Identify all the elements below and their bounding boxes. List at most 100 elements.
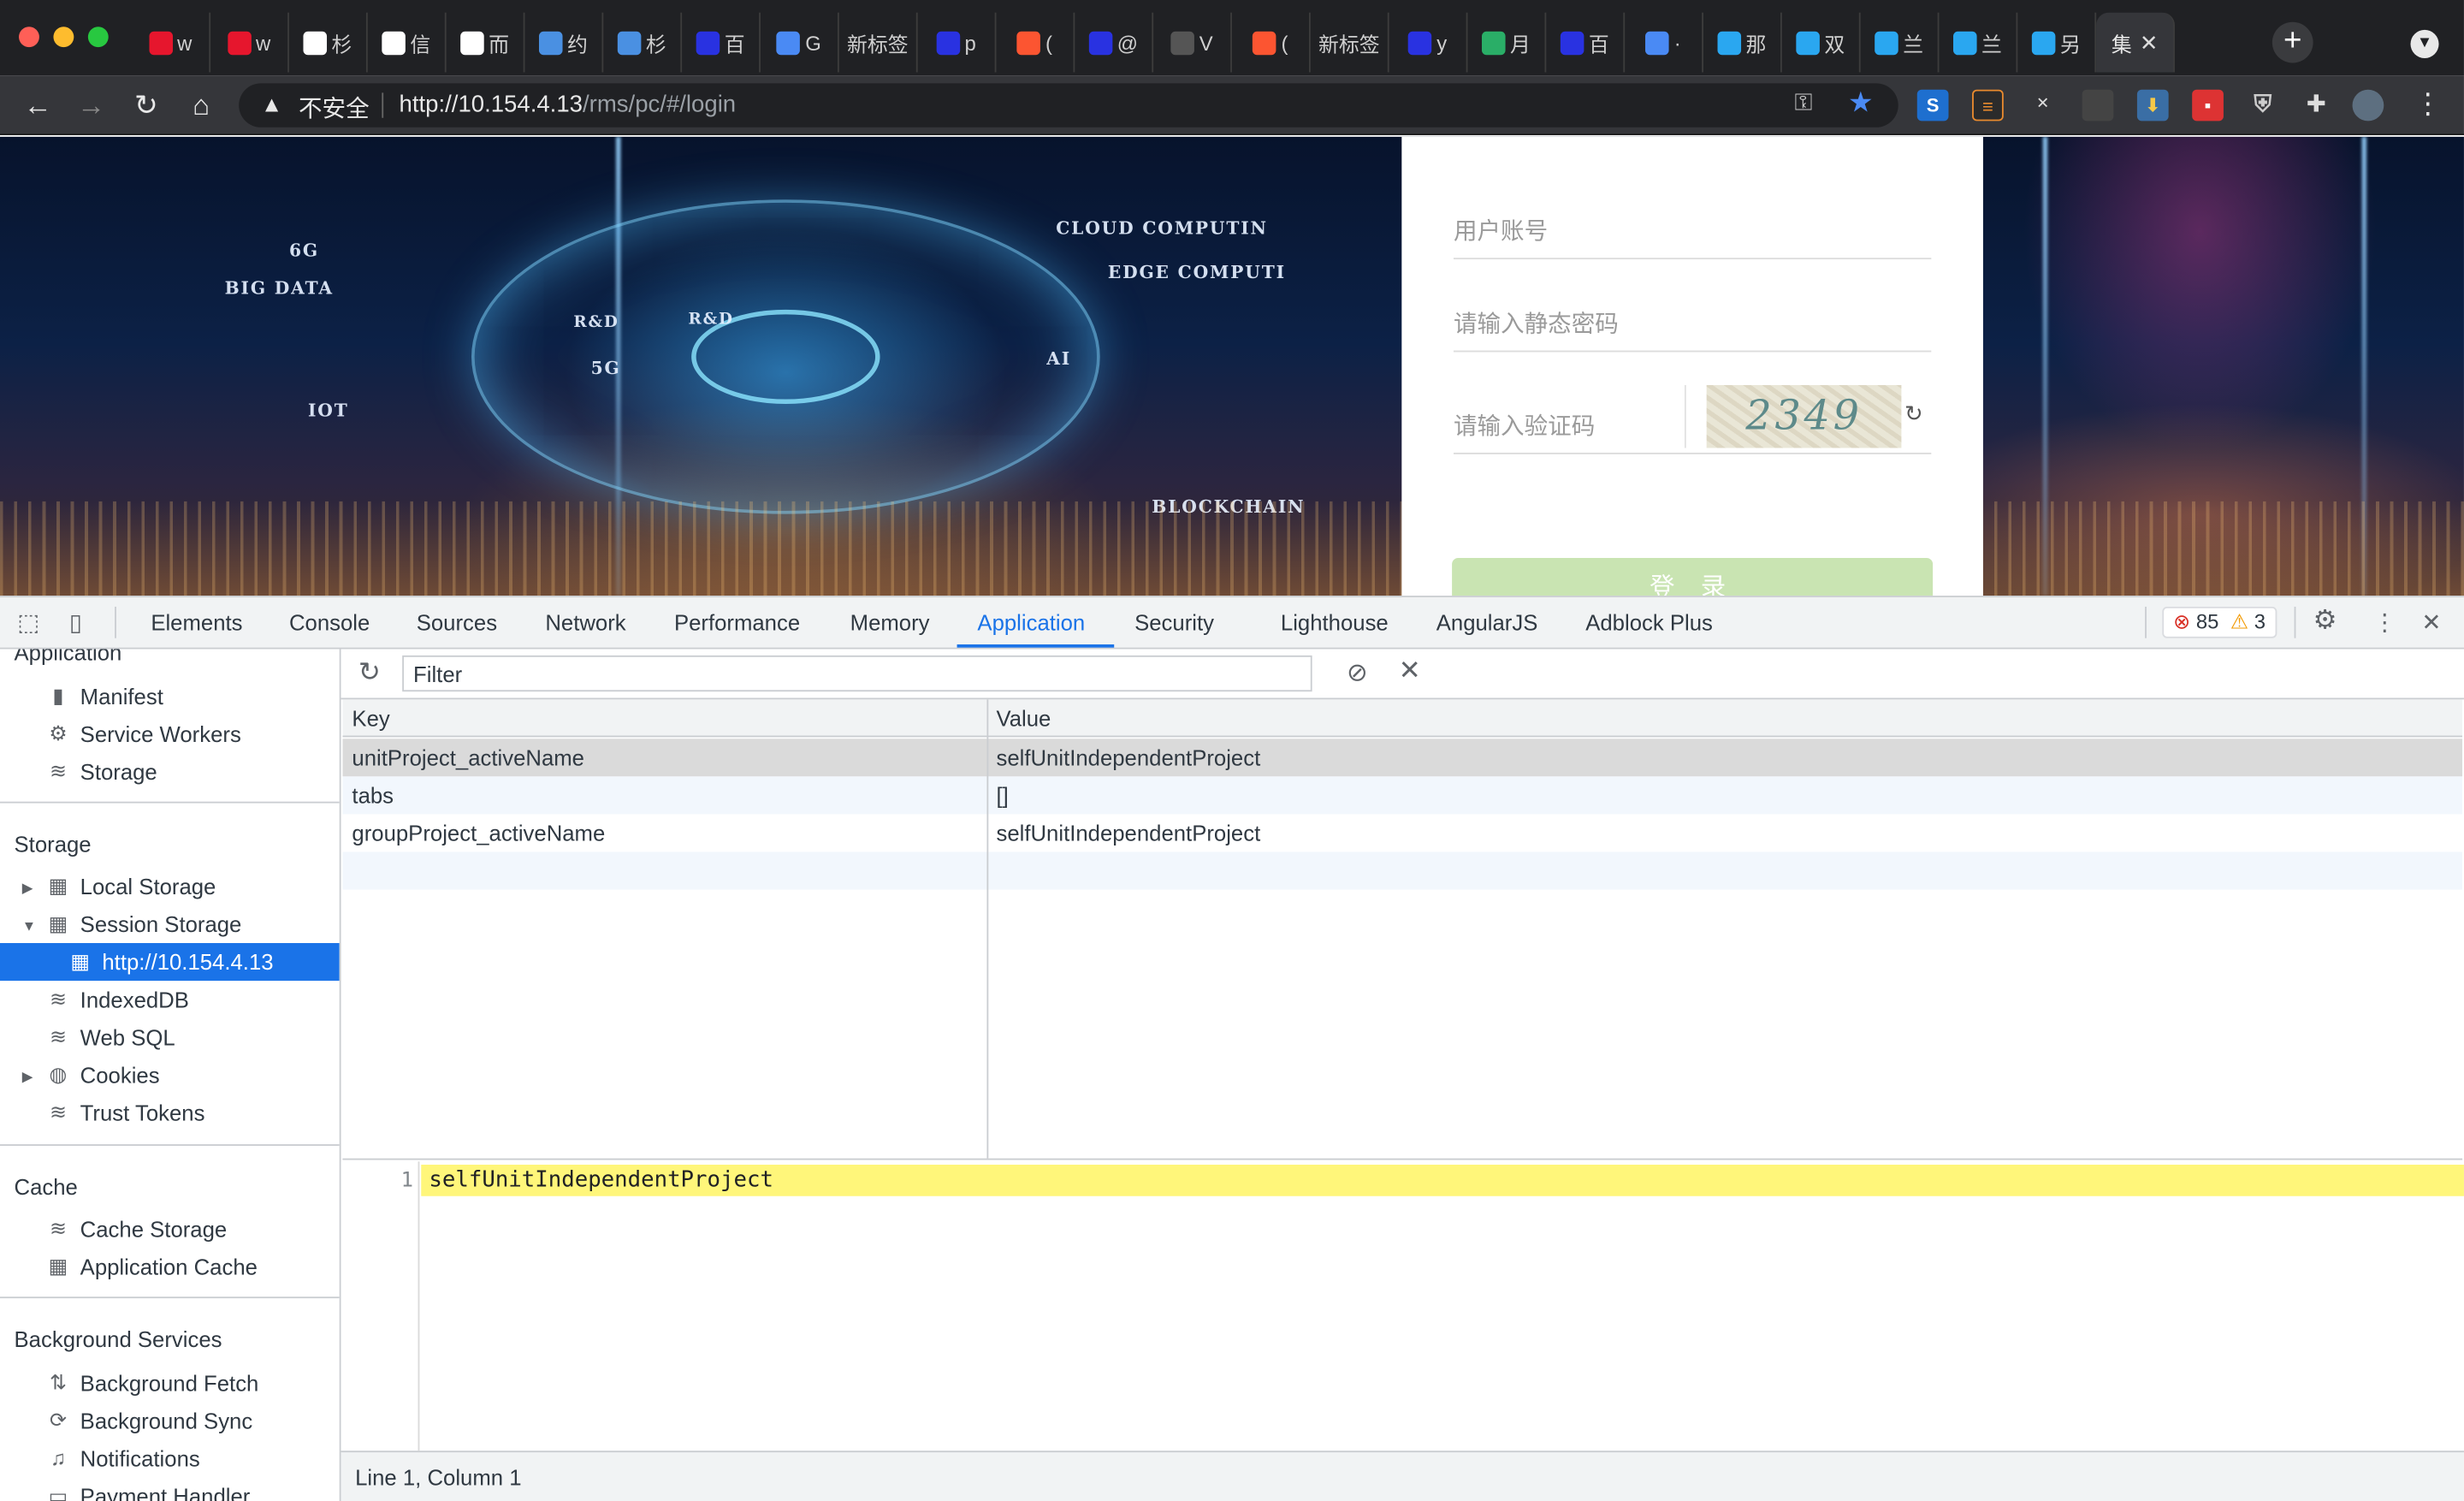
minimize-window-button[interactable] — [53, 27, 74, 48]
sidebar-item-session-storage[interactable]: ▼ ▦ Session Storage — [0, 905, 340, 943]
reload-icon[interactable]: ↻ — [127, 86, 165, 124]
back-arrow-icon[interactable]: ← — [19, 86, 56, 124]
browser-tab[interactable]: w — [132, 12, 211, 73]
column-header-value[interactable]: Value — [996, 706, 1051, 731]
sidebar-item-session-origin[interactable]: ▦ http://10.154.4.13 — [0, 943, 340, 982]
shield-icon[interactable]: ⛨ — [2247, 90, 2278, 122]
puzzle-icon[interactable]: ✚ — [2301, 90, 2332, 122]
browser-tab[interactable]: G — [761, 12, 839, 73]
password-input[interactable] — [1453, 305, 1932, 343]
browser-tab[interactable]: ( — [996, 12, 1075, 73]
login-button[interactable]: 登 录 — [1452, 558, 1934, 596]
captcha-image[interactable]: 2349 — [1706, 384, 1902, 448]
browser-tab[interactable]: 而 — [447, 12, 525, 73]
browser-tab[interactable]: 杉 — [289, 12, 368, 73]
sidebar-item-web-sql[interactable]: ≋ Web SQL — [0, 1018, 340, 1056]
sidebar-item-storage[interactable]: ≋ Storage — [0, 753, 340, 791]
bookmark-star-icon[interactable]: ★ — [1848, 86, 1874, 120]
sidebar-item-application-cache[interactable]: ▦ Application Cache — [0, 1248, 340, 1285]
sidebar-item-notifications[interactable]: ♫ Notifications — [0, 1439, 340, 1477]
browser-tab[interactable]: V — [1153, 12, 1232, 73]
url-text[interactable]: http://10.154.4.13/rms/pc/#/login — [400, 92, 737, 118]
tab-console[interactable]: Console — [289, 610, 370, 635]
tab-search-icon[interactable]: ▼ — [2410, 29, 2439, 58]
browser-tab[interactable]: 新标签 — [1311, 12, 1389, 73]
browser-tab[interactable]: 集 ✕ — [2096, 12, 2175, 73]
browser-tab[interactable]: w — [210, 12, 289, 73]
sidebar-item-local-storage[interactable]: ▶ ▦ Local Storage — [0, 868, 340, 905]
browser-tab[interactable]: 信 — [368, 12, 447, 73]
sidebar-item-cache-storage[interactable]: ≋ Cache Storage — [0, 1210, 340, 1248]
sidebar-item-trust-tokens[interactable]: ≋ Trust Tokens — [0, 1094, 340, 1131]
browser-tab[interactable]: 百 — [682, 12, 761, 73]
close-window-button[interactable] — [19, 27, 39, 48]
close-devtools-icon[interactable]: ✕ — [2421, 608, 2441, 637]
more-menu-icon[interactable]: ⋮ — [2414, 88, 2442, 122]
browser-tab[interactable]: 月 — [1467, 12, 1547, 73]
maximize-window-button[interactable] — [87, 27, 109, 48]
extension-badge-icon[interactable]: ▪ — [2192, 89, 2224, 122]
tab-application[interactable]: Application — [977, 610, 1085, 635]
preview-text[interactable]: selfUnitIndependentProject — [429, 1168, 773, 1193]
home-icon[interactable]: ⌂ — [182, 86, 220, 124]
browser-tab[interactable]: 约 — [524, 12, 604, 73]
sidebar-item-service-workers[interactable]: ⚙ Service Workers — [0, 715, 340, 753]
browser-tab[interactable]: 那 — [1703, 12, 1782, 73]
refresh-icon[interactable]: ↻ — [358, 657, 381, 689]
column-header-key[interactable]: Key — [352, 706, 389, 731]
sidebar-item-cookies[interactable]: ▶ ◍ Cookies — [0, 1056, 340, 1094]
username-input[interactable] — [1453, 211, 1932, 251]
more-options-icon[interactable]: ⋮ — [2372, 608, 2396, 637]
close-tab-icon[interactable]: ✕ — [2140, 29, 2159, 56]
browser-tab[interactable]: 杉 — [603, 12, 683, 73]
browser-tab[interactable]: y — [1389, 12, 1468, 73]
tab-sources[interactable]: Sources — [417, 610, 497, 635]
clear-all-icon[interactable]: ⊘ — [1347, 657, 1368, 689]
browser-tab[interactable]: 百 — [1546, 12, 1626, 73]
extension-s-icon[interactable]: S — [1916, 89, 1949, 122]
collapse-arrow-icon[interactable]: ▼ — [22, 907, 36, 945]
refresh-captcha-icon[interactable]: ↻ — [1904, 400, 1923, 427]
column-divider[interactable] — [986, 699, 989, 1159]
table-row[interactable]: groupProject_activeName selfUnitIndepend… — [342, 814, 2462, 851]
extension-dark-icon[interactable] — [2082, 89, 2114, 122]
new-tab-button[interactable]: + — [2272, 21, 2313, 63]
key-icon[interactable]: ⚿ — [1795, 90, 1813, 116]
browser-tab[interactable]: · — [1625, 12, 1703, 73]
table-row[interactable]: unitProject_activeName selfUnitIndepende… — [342, 739, 2463, 777]
sidebar-item-manifest[interactable]: ▮ Manifest — [0, 678, 340, 715]
username-field[interactable] — [1453, 203, 1932, 260]
tab-elements[interactable]: Elements — [151, 610, 242, 635]
tab-security[interactable]: Security — [1134, 610, 1214, 635]
avatar[interactable] — [2352, 89, 2384, 122]
settings-gear-icon[interactable]: ⚙ — [2313, 605, 2337, 637]
password-field[interactable] — [1453, 295, 1932, 353]
browser-tab[interactable]: 兰 — [1861, 12, 1940, 73]
sidebar-item-background-sync[interactable]: ⟳ Background Sync — [0, 1402, 340, 1439]
sidebar-item-payment-handler[interactable]: ▭ Payment Handler — [0, 1477, 340, 1501]
browser-tab[interactable]: 双 — [1782, 12, 1861, 73]
browser-tab[interactable]: p — [918, 12, 997, 73]
warning-icon[interactable]: ▲ — [261, 92, 282, 116]
extension-download-icon[interactable]: ⬇ — [2136, 89, 2169, 122]
forward-arrow-icon[interactable]: → — [72, 86, 110, 124]
sidebar-item-indexeddb[interactable]: ≋ IndexedDB — [0, 981, 340, 1018]
issues-badge[interactable]: ⊗ 85 ⚠ 3 — [2162, 606, 2277, 638]
tab-network[interactable]: Network — [545, 610, 625, 635]
extension-x-icon[interactable]: ✕ — [2027, 90, 2058, 122]
device-toolbar-icon[interactable]: ▯ — [69, 608, 82, 637]
browser-tab[interactable]: ( — [1232, 12, 1311, 73]
browser-tab[interactable]: 另 — [2017, 12, 2097, 73]
inspect-element-icon[interactable]: ⬚ — [17, 608, 39, 637]
filter-input[interactable] — [402, 655, 1312, 692]
expand-arrow-icon[interactable]: ▶ — [22, 869, 33, 907]
tab-angularjs[interactable]: AngularJS — [1436, 610, 1538, 635]
insecure-label[interactable]: 不安全 — [299, 92, 370, 125]
tab-performance[interactable]: Performance — [674, 610, 800, 635]
table-row[interactable]: tabs [] — [342, 776, 2463, 815]
captcha-input[interactable] — [1453, 406, 1705, 445]
tab-memory[interactable]: Memory — [850, 610, 930, 635]
browser-tab[interactable]: 新标签 — [839, 12, 918, 73]
table-row-empty[interactable] — [342, 851, 2463, 890]
browser-tab[interactable]: 兰 — [1939, 12, 2018, 73]
